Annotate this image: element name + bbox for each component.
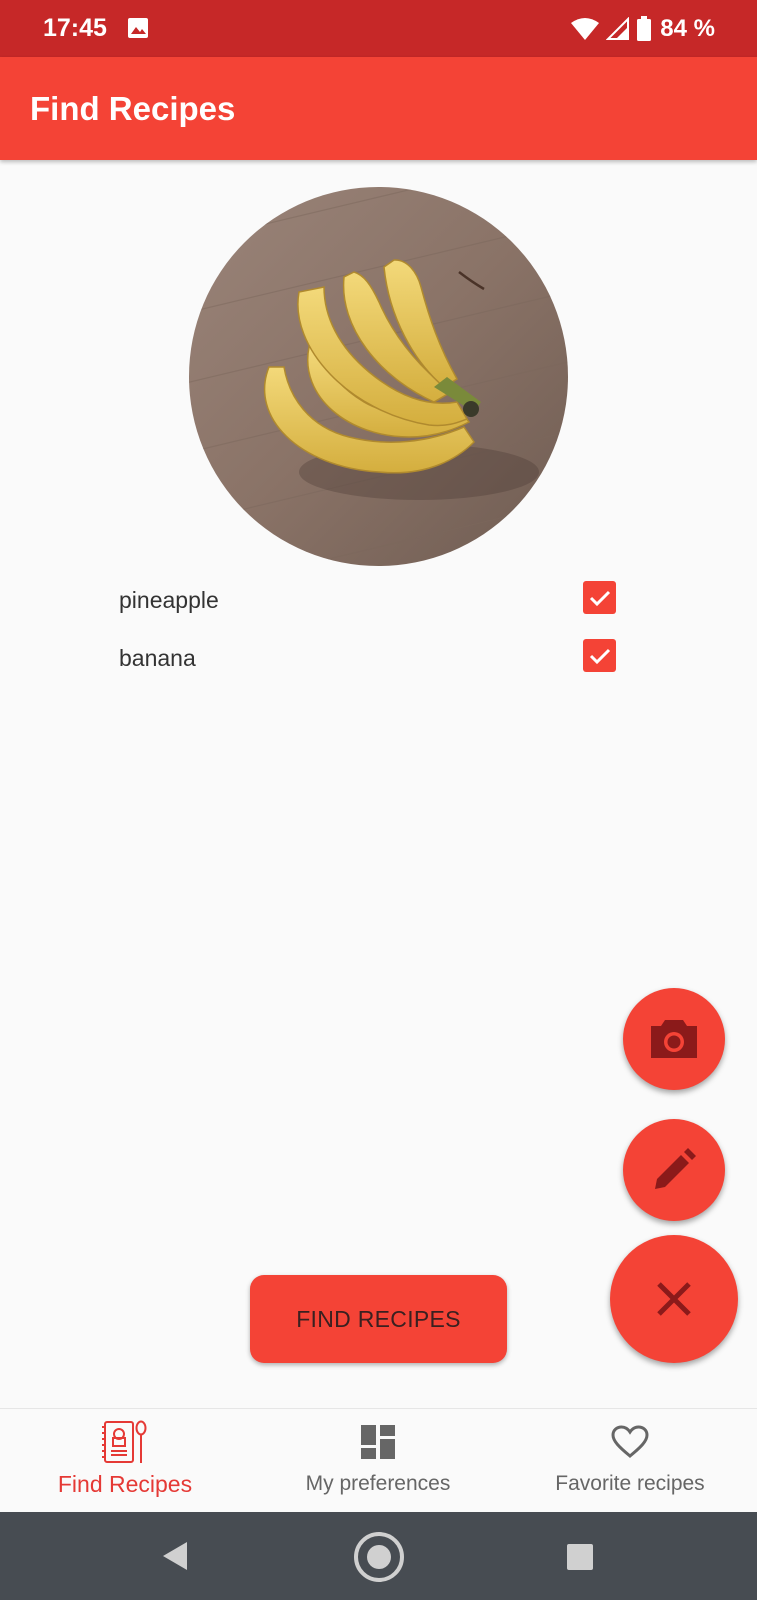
ingredient-checkbox[interactable] <box>583 581 616 614</box>
ingredient-label: pineapple <box>119 587 219 613</box>
battery-percentage: 84 % <box>660 15 715 42</box>
nav-find-recipes[interactable]: Find Recipes <box>30 1409 220 1513</box>
back-icon[interactable] <box>161 1541 189 1571</box>
battery-icon <box>637 16 652 41</box>
recipe-book-icon <box>102 1419 148 1465</box>
nav-label: My preferences <box>305 1472 451 1495</box>
check-icon <box>589 590 610 606</box>
home-icon[interactable] <box>353 1531 405 1583</box>
system-navigation-bar <box>0 1512 757 1600</box>
wifi-icon <box>571 18 600 40</box>
app-bar: Find Recipes <box>0 57 757 160</box>
ingredient-photo <box>189 187 568 566</box>
heart-icon <box>607 1419 653 1465</box>
edit-button[interactable] <box>623 1119 725 1221</box>
status-time: 17:45 <box>43 14 107 42</box>
pencil-icon <box>655 1148 696 1189</box>
cellular-signal-icon <box>606 17 630 40</box>
status-bar: 17:45 84 % <box>0 0 757 57</box>
nav-my-preferences[interactable]: My preferences <box>283 1409 473 1513</box>
ingredient-row: pineapple <box>119 581 619 621</box>
ingredient-checkbox[interactable] <box>583 639 616 672</box>
check-icon <box>589 648 610 664</box>
image-notification-icon <box>128 18 148 38</box>
ingredient-row: banana <box>119 639 619 679</box>
close-icon <box>657 1282 691 1316</box>
close-fab-button[interactable] <box>610 1235 738 1363</box>
bottom-navigation: Find Recipes My preferences Favorite rec… <box>0 1408 757 1513</box>
camera-icon <box>651 1020 697 1058</box>
status-icons: 84 % <box>570 12 715 46</box>
recent-apps-icon[interactable] <box>566 1543 594 1571</box>
ingredient-label: banana <box>119 645 196 671</box>
banana-photo-image <box>189 187 568 566</box>
page-title: Find Recipes <box>30 90 236 127</box>
camera-button[interactable] <box>623 988 725 1090</box>
dashboard-icon <box>355 1419 401 1465</box>
nav-label: Find Recipes <box>57 1471 193 1497</box>
nav-label: Favorite recipes <box>555 1472 705 1495</box>
find-recipes-button[interactable]: FIND RECIPES <box>250 1275 507 1363</box>
nav-favorite-recipes[interactable]: Favorite recipes <box>535 1409 725 1513</box>
